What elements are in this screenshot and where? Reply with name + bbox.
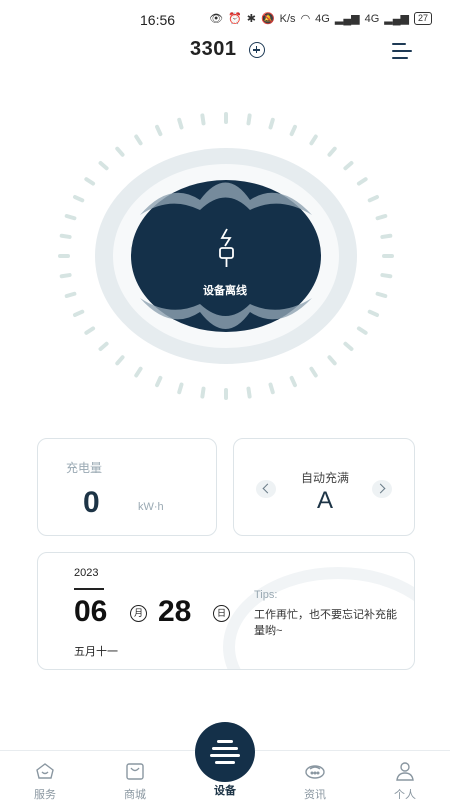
tab-news[interactable]: 资讯 xyxy=(285,755,345,800)
gauge-tick xyxy=(289,375,297,388)
gauge-tick xyxy=(343,161,354,171)
gauge-tick xyxy=(73,195,85,203)
wifi-icon: ◠ xyxy=(300,13,311,25)
gauge-tick xyxy=(200,113,206,126)
gauge-tick xyxy=(356,326,368,335)
signal-label-2: 4G xyxy=(364,12,380,25)
battery-icon: 27 xyxy=(413,12,432,25)
tab-shop-label: 商城 xyxy=(124,789,146,800)
year: 2023 xyxy=(74,567,99,579)
gauge-tick xyxy=(98,341,109,351)
device-id[interactable]: 3301 xyxy=(190,38,237,61)
gauge-tick xyxy=(375,213,388,221)
month-value: 06 xyxy=(74,595,108,628)
mute-icon: 🔕 xyxy=(260,13,275,25)
gauge-tick xyxy=(134,366,143,378)
device-icon[interactable] xyxy=(195,722,255,782)
charge-unit: kW·h xyxy=(138,501,164,513)
year-divider xyxy=(74,588,104,590)
shop-icon xyxy=(126,763,144,780)
gauge-tick xyxy=(289,124,297,137)
device-status-gauge[interactable] xyxy=(50,110,402,410)
news-icon xyxy=(305,765,325,779)
eye-icon: 👁 xyxy=(209,13,224,25)
device-status-label: 设备离线 xyxy=(203,285,247,297)
menu-icon[interactable] xyxy=(392,43,412,59)
auto-full-card: 自动充满 A xyxy=(233,438,415,536)
gauge-tick xyxy=(343,341,354,351)
day-value: 28 xyxy=(158,595,192,628)
tab-service[interactable]: 服务 xyxy=(15,755,75,800)
charge-card: 充电量 0 kW·h xyxy=(37,438,217,536)
day-unit: 日 xyxy=(213,605,230,622)
signal-icon: ▂▄▆ xyxy=(334,13,360,25)
bluetooth-icon: ✱ xyxy=(246,13,256,25)
tab-device-label: 设备 xyxy=(214,785,236,797)
charge-label: 充电量 xyxy=(66,461,103,475)
gauge-tick xyxy=(309,134,318,146)
alarm-icon: ⏰ xyxy=(228,13,242,25)
tips-text: 工作再忙，也不要忘记补充能量哟~ xyxy=(254,609,397,637)
gauge-tick xyxy=(380,273,393,279)
tips-title: Tips: xyxy=(254,589,278,601)
gauge-tick xyxy=(73,309,85,317)
gauge-tick xyxy=(59,233,72,239)
gauge-tick xyxy=(367,195,379,203)
tab-device[interactable]: 设备 xyxy=(195,781,255,799)
gauge-tick xyxy=(309,366,318,378)
service-icon xyxy=(36,763,54,779)
gauge-tick xyxy=(246,386,252,399)
gauge-tick xyxy=(84,326,96,335)
gauge-tick xyxy=(268,382,275,395)
gauge-tick xyxy=(200,386,206,399)
add-device-icon[interactable] xyxy=(249,42,265,58)
gauge-tick xyxy=(134,134,143,146)
gauge-tick xyxy=(327,355,337,366)
status-icons: 👁 ⏰ ✱ 🔕 K/s ◠ 4G ▂▄▆ 4G ▂▄▆ 27 xyxy=(209,12,432,25)
signal-label-1: 4G xyxy=(315,12,330,25)
charge-value: 0 xyxy=(83,486,100,519)
tab-shop[interactable]: 商城 xyxy=(105,755,165,800)
tab-person-label: 个人 xyxy=(394,789,416,800)
gauge-tick xyxy=(177,382,184,395)
header: 3301 xyxy=(0,38,450,64)
gauge-tick xyxy=(115,355,125,366)
chevron-right-icon[interactable] xyxy=(372,480,392,498)
status-time: 16:56 xyxy=(140,12,176,28)
tab-news-label: 资讯 xyxy=(304,789,326,800)
tab-person[interactable]: 个人 xyxy=(375,755,435,800)
gauge-tick xyxy=(64,213,77,221)
status-bar: 16:56 👁 ⏰ ✱ 🔕 K/s ◠ 4G ▂▄▆ 4G ▂▄▆ 27 xyxy=(0,0,450,40)
gauge-tick xyxy=(155,124,163,137)
gauge-tick xyxy=(115,146,125,157)
gauge-tick xyxy=(98,161,109,171)
tab-service-label: 服务 xyxy=(34,789,56,800)
gauge-tick xyxy=(367,309,379,317)
gauge-tick xyxy=(84,177,96,186)
gauge-tick xyxy=(268,117,275,130)
gauge-tick xyxy=(155,375,163,388)
month-unit: 月 xyxy=(130,605,147,622)
gauge-tick xyxy=(246,113,252,126)
person-icon xyxy=(396,762,414,781)
lunar-date: 五月十一 xyxy=(74,646,118,658)
gauge-tick xyxy=(380,233,393,239)
gauge-tick xyxy=(327,146,337,157)
gauge-tick xyxy=(356,177,368,186)
gauge-tick xyxy=(177,117,184,130)
network-speed: K/s xyxy=(279,12,296,25)
gauge-tick xyxy=(59,273,72,279)
signal-icon-2: ▂▄▆ xyxy=(384,13,409,25)
date-card: 2023 06 月 28 日 五月十一 Tips: 工作再忙，也不要忘记补充能量… xyxy=(37,552,415,670)
